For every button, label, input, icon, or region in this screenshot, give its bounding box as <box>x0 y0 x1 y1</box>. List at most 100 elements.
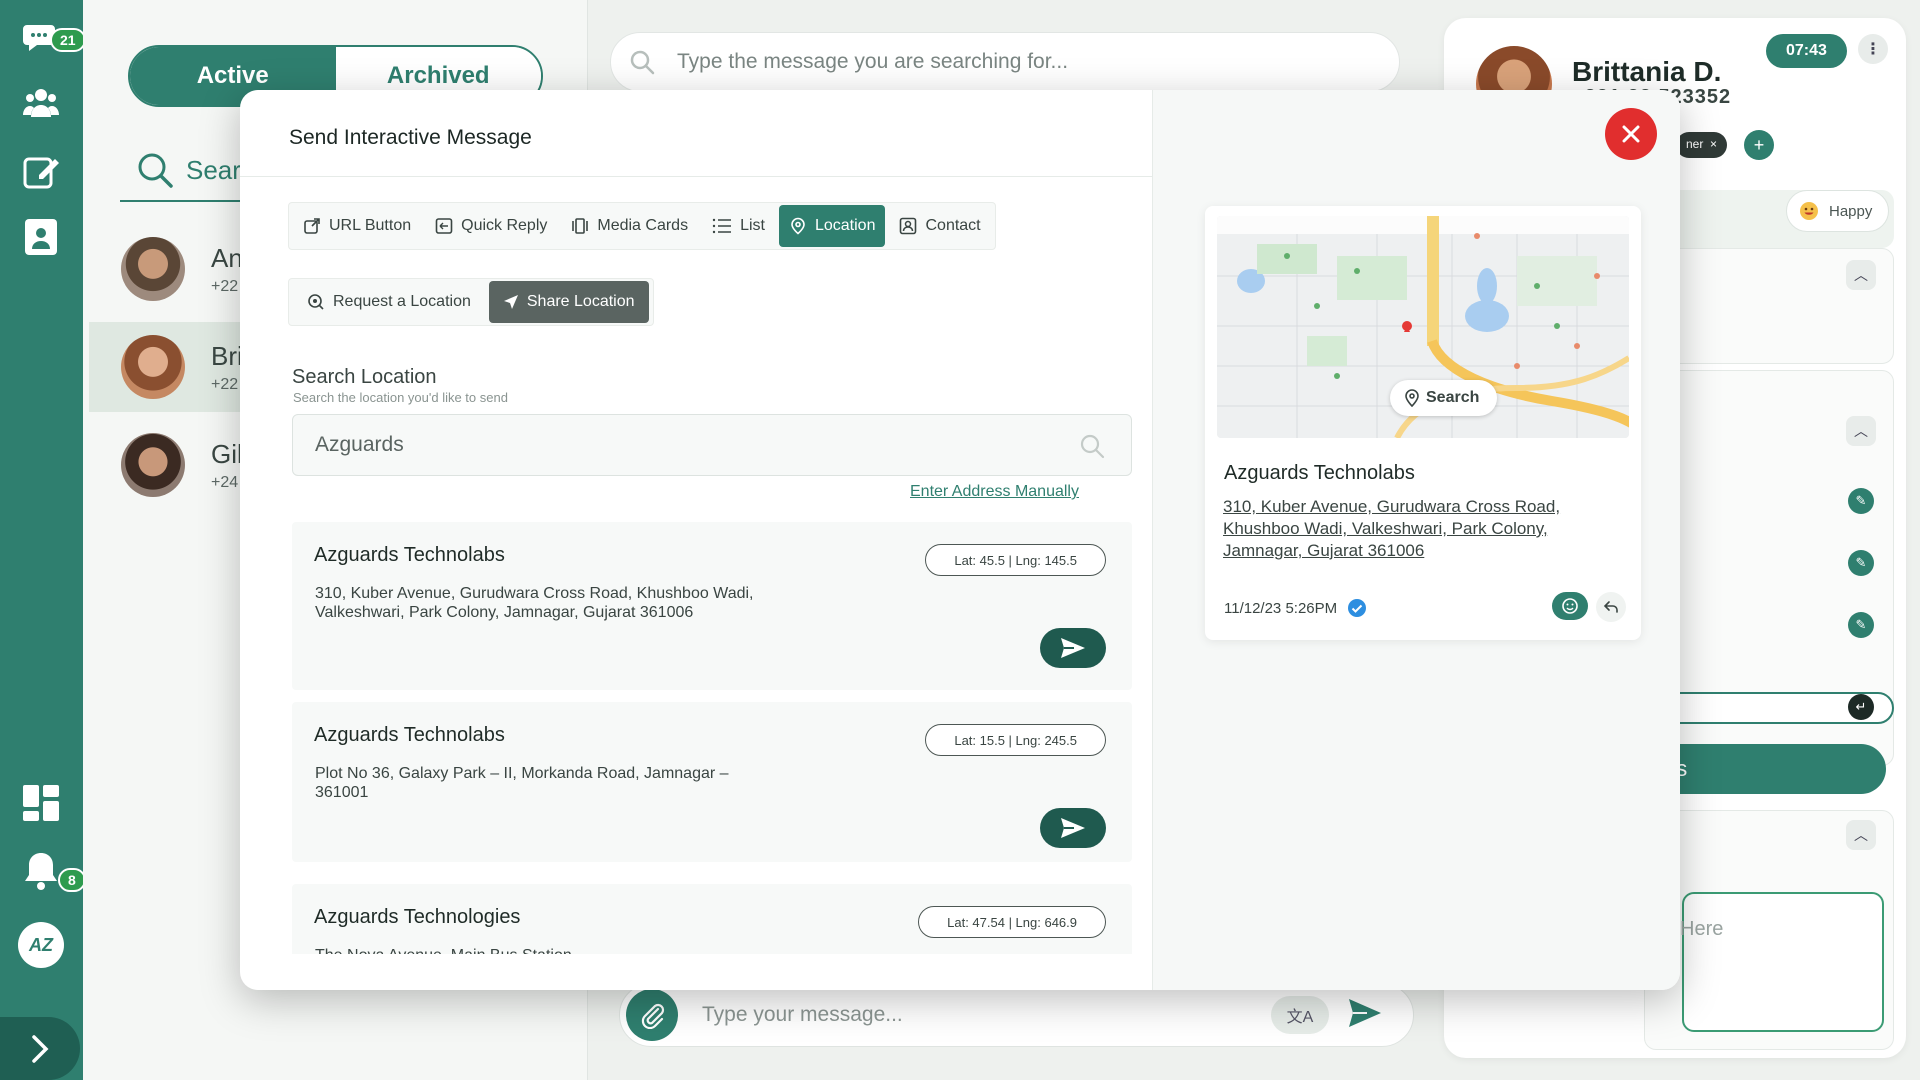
tab-quick-reply[interactable]: Quick Reply <box>425 205 557 247</box>
edit-icon[interactable]: ✎ <box>1848 488 1874 514</box>
map-search-label: Search <box>1426 389 1480 406</box>
contact-icon <box>900 217 917 235</box>
more-options-icon[interactable]: ⋮ <box>1858 34 1888 64</box>
tab-request-location[interactable]: Request a Location <box>293 281 485 323</box>
message-search-bar[interactable]: Type the message you are searching for..… <box>610 32 1400 92</box>
smiley-icon <box>1800 202 1818 220</box>
preview-address-link[interactable]: 310, Kuber Avenue, Gurudwara Cross Road,… <box>1223 496 1613 562</box>
send-button[interactable] <box>1347 997 1383 1034</box>
location-request-icon <box>308 294 324 310</box>
search-icon <box>138 153 173 188</box>
modal-title: Send Interactive Message <box>289 126 532 149</box>
location-result[interactable]: Azguards Technologies The Nova Avenue, M… <box>292 884 1132 954</box>
map-search-button[interactable]: Search <box>1390 380 1498 416</box>
profile-name: Brittania D. <box>1572 56 1722 87</box>
result-coordinates: Lat: 15.5 | Lng: 245.5 <box>925 724 1106 756</box>
tab-list[interactable]: List <box>702 205 775 247</box>
location-icon <box>791 217 805 235</box>
contact-phone: +22 <box>211 375 239 393</box>
notes-placeholder: Here <box>1680 918 1724 940</box>
contact-card-icon[interactable] <box>18 214 64 260</box>
avatar <box>121 433 185 497</box>
search-icon <box>630 50 655 75</box>
tab-label: Share Location <box>526 293 635 310</box>
profile-action-button[interactable]: es <box>1644 744 1886 794</box>
chevron-right-icon <box>32 1034 49 1063</box>
translate-icon: 文A <box>1286 1009 1314 1026</box>
tab-url-button[interactable]: URL Button <box>293 205 421 247</box>
result-address: Plot No 36, Galaxy Park – II, Morkanda R… <box>315 765 729 801</box>
location-results-list: Azguards Technolabs 310, Kuber Avenue, G… <box>292 522 1132 954</box>
user-avatar[interactable]: AZ <box>18 922 64 968</box>
location-preview-card: Search Azguards Technolabs 310, Kuber Av… <box>1205 206 1641 640</box>
tab-label: Media Cards <box>597 217 689 234</box>
tab-share-location[interactable]: Share Location <box>488 281 649 323</box>
external-link-icon <box>304 218 320 234</box>
profile-time-badge: 07:43 <box>1766 34 1847 68</box>
bell-icon[interactable] <box>18 848 64 894</box>
tab-contact[interactable]: Contact <box>889 205 990 247</box>
message-search-placeholder: Type the message you are searching for..… <box>677 50 1069 73</box>
message-input[interactable]: Type your message... <box>702 1003 1271 1027</box>
result-name: Azguards Technologies <box>314 906 521 928</box>
chevron-up-icon[interactable]: ︿ <box>1846 260 1876 290</box>
users-icon[interactable] <box>18 80 64 126</box>
compose-icon[interactable] <box>18 148 64 194</box>
enter-icon[interactable]: ↵ <box>1848 694 1874 720</box>
tab-media-cards[interactable]: Media Cards <box>561 205 698 247</box>
location-search-value: Azguards <box>315 433 404 456</box>
send-icon <box>1349 998 1381 1027</box>
message-composer: Type your message... 文A <box>619 983 1414 1047</box>
tab-label: Location <box>814 217 876 234</box>
mood-label: Happy <box>1829 202 1873 220</box>
preview-place-name: Azguards Technolabs <box>1224 462 1415 484</box>
bell-badge: 8 <box>58 868 86 892</box>
cards-icon <box>572 218 589 234</box>
result-name: Azguards Technolabs <box>314 724 505 746</box>
modal-form: Send Interactive Message URL Button Quic… <box>240 90 1152 990</box>
location-result[interactable]: Azguards Technolabs Plot No 36, Galaxy P… <box>292 702 1132 862</box>
send-location-button[interactable] <box>1040 808 1106 848</box>
tab-location[interactable]: Location <box>778 205 886 247</box>
search-location-hint: Search the location you'd like to send <box>293 390 508 405</box>
search-icon[interactable] <box>1079 433 1105 459</box>
reply-icon[interactable] <box>1596 592 1626 622</box>
enter-address-manually-link[interactable]: Enter Address Manually <box>910 483 1079 501</box>
tab-label: List <box>740 217 765 234</box>
contact-phone: +24 <box>211 473 239 491</box>
edit-icon[interactable]: ✎ <box>1848 612 1874 638</box>
result-name: Azguards Technolabs <box>314 544 505 566</box>
expand-rail-button[interactable] <box>0 1017 80 1080</box>
contact-name: Gil <box>211 438 243 469</box>
translate-button[interactable]: 文A <box>1271 996 1329 1034</box>
location-result[interactable]: Azguards Technolabs 310, Kuber Avenue, G… <box>292 522 1132 690</box>
close-modal-button[interactable] <box>1605 108 1657 160</box>
send-location-button[interactable] <box>1040 628 1106 668</box>
profile-tag[interactable]: ner × <box>1676 132 1728 158</box>
chat-badge: 21 <box>50 28 86 52</box>
mood-badge[interactable]: Happy <box>1786 190 1890 232</box>
reaction-icon <box>1562 598 1578 614</box>
send-icon <box>1061 818 1085 838</box>
attach-button[interactable] <box>626 989 678 1041</box>
send-icon <box>1061 638 1085 658</box>
location-search-input[interactable]: Azguards <box>292 414 1132 476</box>
result-coordinates: Lat: 47.54 | Lng: 646.9 <box>918 906 1106 938</box>
edit-icon[interactable]: ✎ <box>1848 550 1874 576</box>
reply-box-icon <box>435 218 453 234</box>
dashboard-icon[interactable] <box>18 780 64 826</box>
conversation-search-placeholder: Sear <box>186 154 241 185</box>
add-reaction-button[interactable] <box>1552 592 1588 620</box>
avatar <box>121 335 185 399</box>
result-coordinates: Lat: 45.5 | Lng: 145.5 <box>925 544 1106 576</box>
add-tag-button[interactable]: + <box>1744 130 1774 160</box>
contact-name: Bri <box>211 340 243 371</box>
message-type-tabs: URL Button Quick Reply Media Cards List … <box>288 202 996 250</box>
chevron-up-icon[interactable]: ︿ <box>1846 820 1876 850</box>
map-thumbnail: Search <box>1217 216 1629 438</box>
close-icon <box>1622 125 1640 143</box>
notes-textarea[interactable] <box>1682 892 1884 1032</box>
avatar <box>121 237 185 301</box>
chevron-up-icon[interactable]: ︿ <box>1846 416 1876 446</box>
send-interactive-message-modal: Send Interactive Message URL Button Quic… <box>240 90 1680 990</box>
